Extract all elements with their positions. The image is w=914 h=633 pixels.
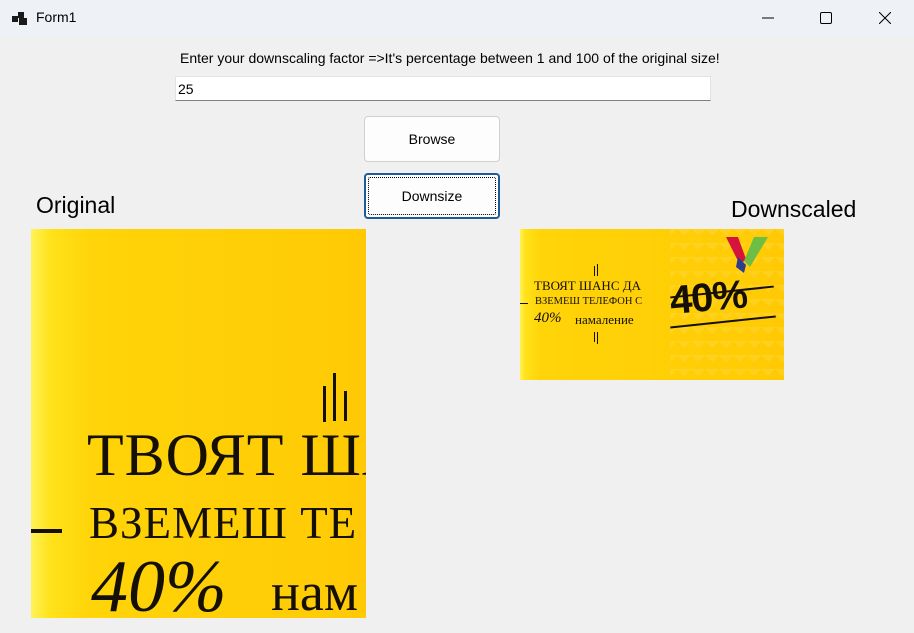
factor-prompt-label: Enter your downscaling factor =>It's per… (180, 50, 720, 66)
decor-line (333, 373, 336, 421)
downscaled-label: Downscaled (731, 196, 857, 222)
maximize-button[interactable] (797, 0, 855, 36)
downscaled-text-line1: ТВОЯТ ШАНС ДА (534, 278, 641, 293)
downscaled-image: ТВОЯТ ШАНС ДА ВЗЕМЕШ ТЕЛЕФОН С 40% намал… (520, 229, 784, 380)
original-text-word: нам (271, 562, 359, 618)
minimize-icon (762, 17, 774, 19)
minimize-button[interactable] (739, 0, 797, 36)
original-text-percent: 40% (91, 546, 227, 618)
decor-dash (520, 303, 528, 304)
window-title: Form1 (36, 9, 77, 25)
original-image: ТВОЯТ ША ВЗЕМЕШ ТЕ 40% нам (31, 229, 366, 618)
winforms-app-icon (12, 12, 27, 25)
original-text-line1: ТВОЯТ ША (87, 422, 366, 488)
decor-line (344, 391, 347, 421)
downscaled-text-percent: 40% (534, 310, 562, 326)
decor-line (323, 386, 326, 422)
downscaled-text-word: намаление (575, 312, 634, 327)
downscaled-big-percent: 40% (668, 272, 749, 323)
decor-line (597, 264, 598, 276)
downscaled-text-line2: ВЗЕМЕШ ТЕЛЕФОН С (535, 296, 643, 307)
factor-input[interactable] (175, 76, 711, 101)
downsize-button[interactable]: Downsize (364, 173, 500, 219)
close-icon (879, 12, 891, 24)
maximize-icon (820, 12, 832, 24)
browse-button[interactable]: Browse (364, 116, 500, 162)
title-bar[interactable]: Form1 (0, 0, 914, 36)
original-text-line2: ВЗЕМЕШ ТЕ (89, 498, 358, 548)
brand-logo-icon (726, 237, 768, 273)
original-label: Original (36, 192, 116, 218)
decor-dash (31, 529, 62, 533)
decor-line (594, 332, 595, 342)
decor-line (597, 332, 598, 344)
decor-line (594, 266, 595, 276)
close-button[interactable] (856, 0, 914, 36)
